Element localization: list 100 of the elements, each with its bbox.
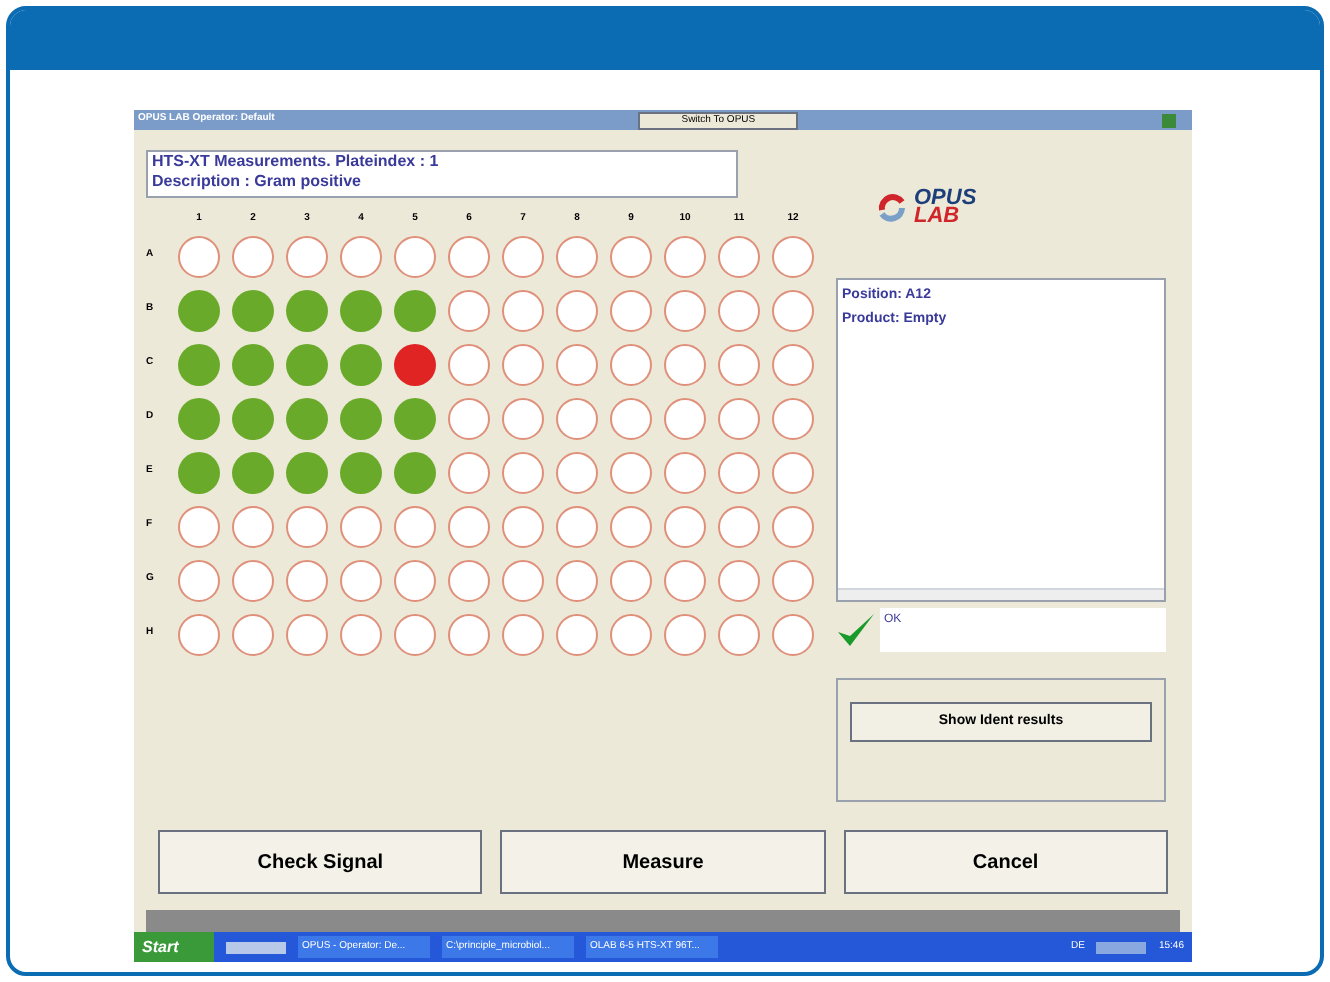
plate-well[interactable] <box>448 235 490 277</box>
plate-well[interactable] <box>394 343 436 385</box>
plate-well[interactable] <box>340 613 382 655</box>
plate-well[interactable] <box>340 451 382 493</box>
plate-well[interactable] <box>232 343 274 385</box>
plate-well[interactable] <box>610 559 652 601</box>
plate-well[interactable] <box>718 235 760 277</box>
plate-well[interactable] <box>502 289 544 331</box>
plate-well[interactable] <box>286 235 328 277</box>
plate-well[interactable] <box>178 613 220 655</box>
plate-well[interactable] <box>772 451 814 493</box>
plate-well[interactable] <box>502 235 544 277</box>
plate-well[interactable] <box>772 235 814 277</box>
plate-well[interactable] <box>610 343 652 385</box>
plate-well[interactable] <box>502 559 544 601</box>
plate-well[interactable] <box>178 289 220 331</box>
plate-well[interactable] <box>718 289 760 331</box>
plate-well[interactable] <box>178 343 220 385</box>
plate-well[interactable] <box>394 289 436 331</box>
plate-well[interactable] <box>502 505 544 547</box>
plate-well[interactable] <box>340 505 382 547</box>
plate-well[interactable] <box>718 559 760 601</box>
horizontal-scrollbar[interactable] <box>838 588 1164 600</box>
plate-well[interactable] <box>610 613 652 655</box>
plate-well[interactable] <box>502 451 544 493</box>
plate-well[interactable] <box>772 289 814 331</box>
start-button[interactable]: Start <box>134 932 214 962</box>
plate-well[interactable] <box>664 613 706 655</box>
plate-well[interactable] <box>178 559 220 601</box>
plate-well[interactable] <box>502 613 544 655</box>
plate-well[interactable] <box>610 451 652 493</box>
plate-well[interactable] <box>232 613 274 655</box>
plate-well[interactable] <box>178 397 220 439</box>
plate-well[interactable] <box>448 613 490 655</box>
plate-well[interactable] <box>340 397 382 439</box>
plate-well[interactable] <box>556 289 598 331</box>
plate-well[interactable] <box>232 505 274 547</box>
plate-well[interactable] <box>556 343 598 385</box>
plate-well[interactable] <box>232 397 274 439</box>
plate-well[interactable] <box>610 235 652 277</box>
plate-well[interactable] <box>664 343 706 385</box>
plate-well[interactable] <box>394 451 436 493</box>
plate-well[interactable] <box>664 451 706 493</box>
plate-well[interactable] <box>178 505 220 547</box>
plate-well[interactable] <box>718 505 760 547</box>
plate-well[interactable] <box>340 559 382 601</box>
action-button[interactable]: Measure <box>500 830 826 894</box>
plate-well[interactable] <box>448 289 490 331</box>
plate-well[interactable] <box>448 505 490 547</box>
plate-well[interactable] <box>556 397 598 439</box>
plate-well[interactable] <box>394 235 436 277</box>
plate-well[interactable] <box>448 559 490 601</box>
plate-well[interactable] <box>286 451 328 493</box>
plate-well[interactable] <box>232 235 274 277</box>
plate-well[interactable] <box>664 289 706 331</box>
plate-well[interactable] <box>664 505 706 547</box>
plate-well[interactable] <box>610 289 652 331</box>
plate-well[interactable] <box>502 343 544 385</box>
plate-well[interactable] <box>340 343 382 385</box>
plate-well[interactable] <box>448 451 490 493</box>
action-button[interactable]: Check Signal <box>158 830 483 894</box>
plate-well[interactable] <box>286 505 328 547</box>
plate-well[interactable] <box>178 451 220 493</box>
plate-well[interactable] <box>772 613 814 655</box>
plate-well[interactable] <box>394 613 436 655</box>
plate-well[interactable] <box>772 343 814 385</box>
plate-well[interactable] <box>556 613 598 655</box>
plate-well[interactable] <box>502 397 544 439</box>
plate-well[interactable] <box>340 235 382 277</box>
plate-well[interactable] <box>232 451 274 493</box>
plate-well[interactable] <box>556 505 598 547</box>
plate-well[interactable] <box>340 289 382 331</box>
plate-well[interactable] <box>718 397 760 439</box>
plate-well[interactable] <box>286 343 328 385</box>
plate-well[interactable] <box>178 235 220 277</box>
plate-well[interactable] <box>394 397 436 439</box>
plate-well[interactable] <box>718 613 760 655</box>
plate-well[interactable] <box>232 559 274 601</box>
plate-well[interactable] <box>610 505 652 547</box>
plate-well[interactable] <box>394 505 436 547</box>
plate-well[interactable] <box>556 451 598 493</box>
plate-well[interactable] <box>286 289 328 331</box>
plate-well[interactable] <box>556 559 598 601</box>
plate-well[interactable] <box>394 559 436 601</box>
plate-well[interactable] <box>718 451 760 493</box>
action-button[interactable]: Cancel <box>843 830 1168 894</box>
plate-well[interactable] <box>232 289 274 331</box>
plate-well[interactable] <box>718 343 760 385</box>
plate-well[interactable] <box>286 613 328 655</box>
plate-well[interactable] <box>556 235 598 277</box>
plate-well[interactable] <box>448 343 490 385</box>
plate-well[interactable] <box>286 559 328 601</box>
plate-well[interactable] <box>286 397 328 439</box>
plate-well[interactable] <box>610 397 652 439</box>
plate-well[interactable] <box>772 559 814 601</box>
plate-well[interactable] <box>664 559 706 601</box>
plate-well[interactable] <box>448 397 490 439</box>
plate-well[interactable] <box>664 397 706 439</box>
plate-well[interactable] <box>664 235 706 277</box>
plate-well[interactable] <box>772 397 814 439</box>
